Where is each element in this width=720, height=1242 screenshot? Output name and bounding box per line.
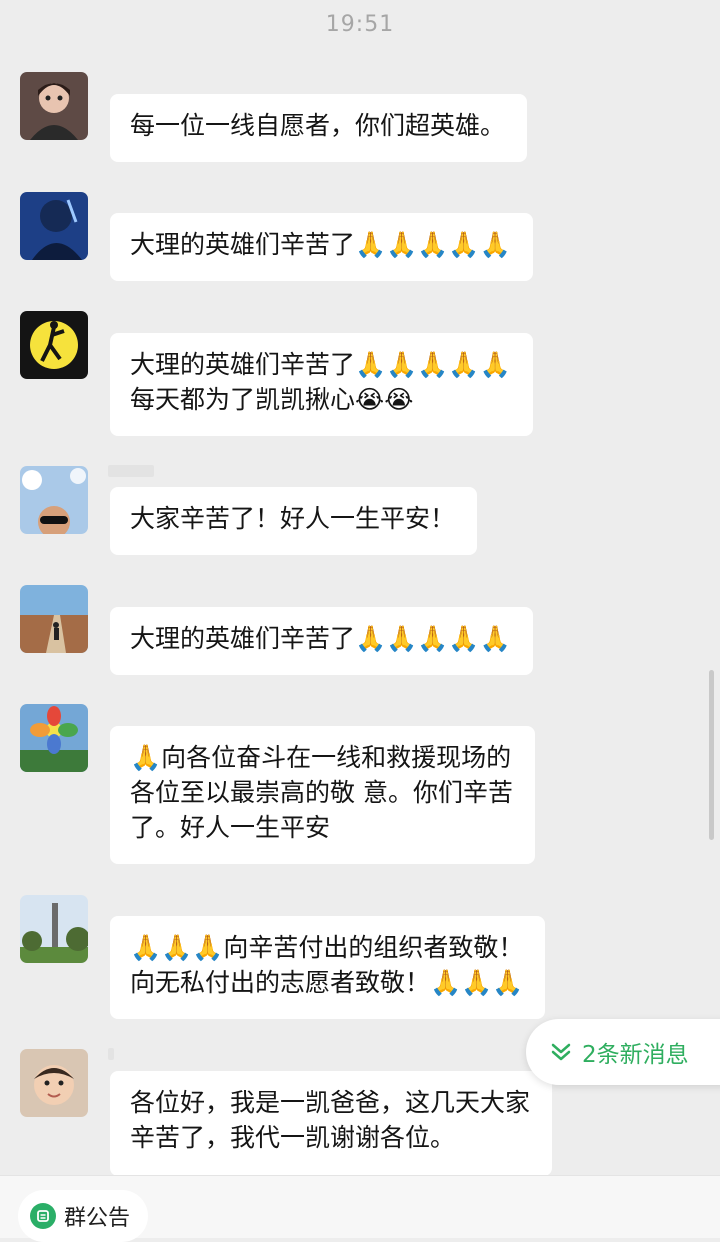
double-chevron-down-icon (550, 1042, 572, 1062)
avatar[interactable] (20, 72, 88, 140)
notice-icon (30, 1203, 56, 1229)
avatar[interactable] (20, 466, 88, 534)
avatar[interactable] (20, 585, 88, 653)
avatar[interactable] (20, 895, 88, 963)
avatar[interactable] (20, 1049, 88, 1117)
message-bubble[interactable]: 🙏向各位奋斗在一线和救援现场的 各位至以最崇高的敬 意。你们辛苦 了。好人一生平… (110, 726, 535, 864)
sender-name (108, 1048, 114, 1060)
group-notice-label: 群公告 (64, 1206, 131, 1231)
avatar[interactable] (20, 192, 88, 260)
message-bubble[interactable]: 每一位一线自愿者，你们超英雄。 (110, 94, 528, 162)
bottom-bar: 群公告 (0, 1175, 720, 1242)
avatar[interactable] (20, 311, 88, 379)
scrollbar[interactable] (709, 670, 714, 840)
group-notice-button[interactable]: 群公告 (18, 1190, 149, 1242)
new-messages-button[interactable]: 2条新消息 (526, 1019, 720, 1085)
timestamp: 19:51 (325, 12, 395, 37)
avatar[interactable] (20, 704, 88, 772)
message-bubble[interactable]: 大理的英雄们辛苦了🙏🙏🙏🙏🙏 (110, 607, 533, 675)
message-bubble[interactable]: 🙏🙏🙏向辛苦付出的组织者致敬！ 向无私付出的志愿者致敬！🙏🙏🙏 (110, 916, 546, 1019)
message-bubble[interactable]: 大家辛苦了！好人一生平安！ (110, 487, 478, 555)
message-bubble[interactable]: 大理的英雄们辛苦了🙏🙏🙏🙏🙏 每天都为了凯凯揪心😭😭 (110, 333, 533, 436)
sender-name (108, 465, 154, 477)
message-bubble[interactable]: 大理的英雄们辛苦了🙏🙏🙏🙏🙏 (110, 213, 533, 281)
new-messages-label: 2条新消息 (582, 1042, 689, 1068)
message-bubble[interactable]: 各位好，我是一凯爸爸，这几天大家 辛苦了，我代一凯谢谢各位。 (110, 1071, 553, 1176)
